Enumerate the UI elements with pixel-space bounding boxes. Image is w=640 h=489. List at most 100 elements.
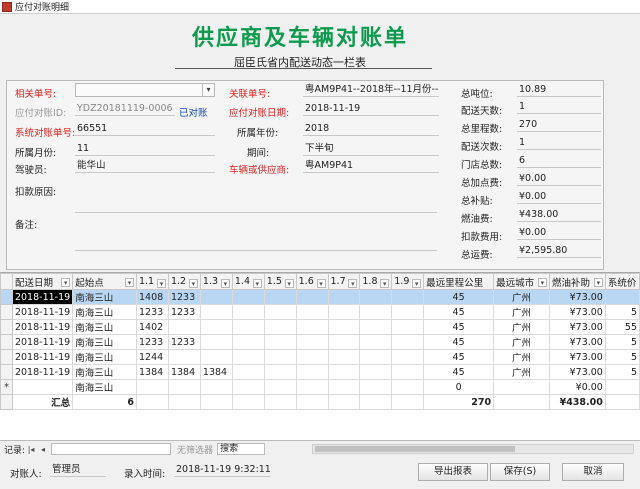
cell-1-1[interactable]: 1233	[135, 334, 169, 350]
cell-1-9[interactable]	[391, 304, 425, 320]
related-no-combo[interactable]	[75, 83, 215, 97]
chevron-down-icon[interactable]: ▾	[188, 278, 198, 288]
deduct-field[interactable]: ¥0.00	[517, 226, 601, 240]
cell-1-2[interactable]: 1233	[167, 304, 201, 320]
cell-1-4[interactable]	[231, 379, 265, 395]
cell-date[interactable]: 2018-11-19	[11, 319, 74, 335]
cell-far-city[interactable]: 广州	[493, 334, 550, 350]
cell-1-8[interactable]	[359, 364, 393, 380]
total-fee-field[interactable]: ¥2,595.80	[517, 244, 601, 258]
cell-1-3[interactable]	[199, 304, 233, 320]
row-selector[interactable]	[0, 289, 13, 305]
cell-1-8[interactable]	[359, 304, 393, 320]
chevron-down-icon[interactable]: ▾	[252, 278, 262, 288]
cell-1-9[interactable]	[391, 319, 425, 335]
chevron-down-icon[interactable]: ▾	[348, 278, 358, 288]
prev-record-icon[interactable]: ◂	[37, 445, 49, 454]
chevron-down-icon[interactable]: ▾	[156, 278, 166, 288]
cell-1-7[interactable]	[327, 379, 361, 395]
cell-1-6[interactable]	[295, 334, 329, 350]
total-add-field[interactable]: ¥0.00	[517, 172, 601, 186]
cell-1-3[interactable]: 1384	[199, 364, 233, 380]
cell-1-2[interactable]: 1233	[167, 289, 201, 305]
cell-1-4[interactable]	[231, 364, 265, 380]
cell-1-6[interactable]	[295, 304, 329, 320]
cell-far-city[interactable]: 广州	[493, 349, 550, 365]
cell-1-4[interactable]	[231, 349, 265, 365]
cell-1-3[interactable]	[199, 334, 233, 350]
cell-1-8[interactable]	[359, 289, 393, 305]
entry-time-field[interactable]: 2018-11-19 9:32:11	[174, 463, 271, 477]
cell-1-3[interactable]	[199, 289, 233, 305]
cell-sys-price[interactable]: 5	[604, 349, 640, 365]
cell-1-7[interactable]	[327, 349, 361, 365]
cell-1-6[interactable]	[295, 364, 329, 380]
deduct-reason-field[interactable]	[75, 199, 437, 213]
cell-max-km[interactable]: 45	[423, 364, 495, 380]
cell-1-9[interactable]	[391, 334, 425, 350]
table-row[interactable]: 2018-11-19 南海三山 1244 45 广州 ¥73.00 5	[0, 349, 640, 365]
cell-sys-price[interactable]: 5	[604, 334, 640, 350]
cell-max-km[interactable]: 45	[423, 349, 495, 365]
export-report-button[interactable]: 导出报表	[418, 463, 488, 481]
col-header-1-9[interactable]: 1.9 ▾	[391, 273, 425, 290]
store-count-field[interactable]: 6	[517, 154, 601, 168]
cancel-button[interactable]: 取消	[562, 463, 624, 481]
cell-far-city[interactable]: 广州	[493, 364, 550, 380]
row-selector[interactable]	[0, 304, 13, 320]
cell-fuel[interactable]: ¥73.00	[548, 289, 606, 305]
cell-1-8[interactable]	[359, 379, 393, 395]
save-button[interactable]: 保存(S)	[490, 463, 550, 481]
related-no-dropdown-icon[interactable]: ▾	[202, 84, 214, 96]
cell-start[interactable]: 南海三山	[72, 349, 137, 365]
year-field[interactable]: 2018	[303, 122, 439, 136]
cell-1-1[interactable]: 1384	[135, 364, 169, 380]
cell-fuel[interactable]: ¥73.00	[548, 349, 606, 365]
month-field[interactable]: 11	[75, 142, 215, 156]
col-header-1-2[interactable]: 1.2 ▾	[167, 273, 201, 290]
cell-1-3[interactable]	[199, 319, 233, 335]
cell-1-6[interactable]	[295, 289, 329, 305]
cell-1-5[interactable]	[263, 349, 297, 365]
reconciler-field[interactable]: 管理员	[50, 463, 106, 477]
cell-1-6[interactable]	[295, 349, 329, 365]
cell-1-7[interactable]	[327, 289, 361, 305]
chevron-down-icon[interactable]: ▾	[380, 278, 390, 288]
cell-fuel[interactable]: ¥73.00	[548, 364, 606, 380]
cell-1-2[interactable]: 1384	[167, 364, 201, 380]
row-selector[interactable]	[0, 319, 13, 335]
cell-1-7[interactable]	[327, 304, 361, 320]
cell-start[interactable]: 南海三山	[72, 364, 137, 380]
cell-1-6[interactable]	[295, 379, 329, 395]
remark-field[interactable]	[75, 237, 437, 251]
sys-no-field[interactable]: 66551	[75, 122, 215, 136]
cell-1-5[interactable]	[263, 289, 297, 305]
cell-date[interactable]	[11, 379, 74, 395]
cell-1-5[interactable]	[263, 364, 297, 380]
cell-1-4[interactable]	[231, 289, 265, 305]
delivery-days-field[interactable]: 1	[517, 100, 601, 114]
cell-max-km[interactable]: 0	[423, 379, 495, 395]
col-header-1-4[interactable]: 1.4 ▾	[231, 273, 265, 290]
cell-date[interactable]: 2018-11-19	[11, 334, 74, 350]
col-header-1-7[interactable]: 1.7 ▾	[327, 273, 361, 290]
cell-date[interactable]: 2018-11-19	[11, 304, 74, 320]
cell-1-2[interactable]: 1233	[167, 334, 201, 350]
record-position-box[interactable]	[51, 443, 172, 455]
chevron-down-icon[interactable]: ▾	[537, 277, 547, 287]
col-header-1-8[interactable]: 1.8 ▾	[359, 273, 393, 290]
cell-sys-price[interactable]: 5	[604, 304, 640, 320]
delivery-times-field[interactable]: 1	[517, 136, 601, 150]
table-row[interactable]: 2018-11-19 南海三山 1402 45 广州 ¥73.00 55	[0, 319, 640, 335]
table-row[interactable]: 2018-11-19 南海三山 1384 1384 1384 45 广州 ¥73…	[0, 364, 640, 380]
col-header-1-6[interactable]: 1.6 ▾	[295, 273, 329, 290]
total-mileage-field[interactable]: 270	[517, 118, 601, 132]
cell-1-5[interactable]	[263, 334, 297, 350]
cell-1-8[interactable]	[359, 319, 393, 335]
cell-date[interactable]: 2018-11-19	[11, 289, 74, 305]
cell-sys-price[interactable]: 55	[604, 319, 640, 335]
filter-indicator[interactable]: 无筛选器	[177, 443, 213, 456]
table-row[interactable]: 2018-11-19 南海三山 1408 1233 45 广州 ¥73.00	[0, 289, 640, 305]
total-subsidy-field[interactable]: ¥0.00	[517, 190, 601, 204]
cell-start[interactable]: 南海三山	[72, 379, 137, 395]
